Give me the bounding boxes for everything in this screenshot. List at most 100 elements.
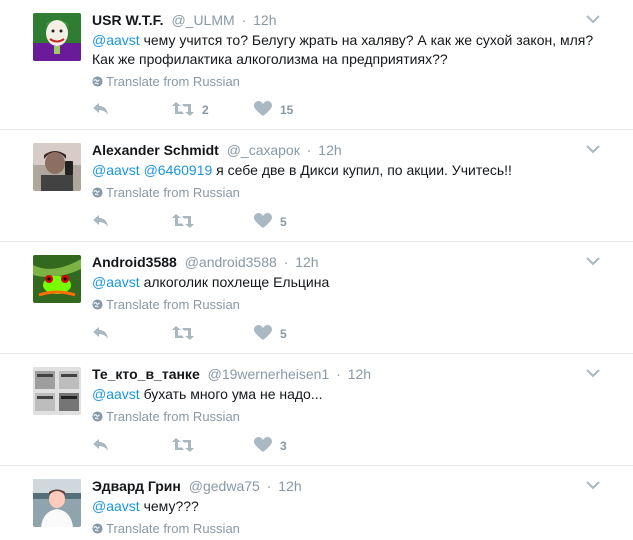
timestamp[interactable]: 12h (318, 142, 341, 158)
tweet-header: Alexander Schmidt @_сахарок · 12h (92, 141, 342, 159)
reply-button[interactable] (92, 325, 110, 343)
separator-dot: · (266, 478, 272, 494)
display-name[interactable]: Android3588 (92, 254, 177, 270)
timestamp[interactable]: 12h (278, 478, 301, 494)
username[interactable]: @gedwa75 (189, 478, 260, 494)
timestamp[interactable]: 12h (253, 12, 276, 28)
avatar[interactable] (33, 13, 81, 61)
tweet[interactable]: Android3588 @android3588 · 12h @aavst ал… (0, 242, 633, 354)
tweet-header: Эдвард Грин @gedwa75 · 12h (92, 477, 302, 495)
username[interactable]: @android3588 (185, 254, 277, 270)
reply-button[interactable] (92, 213, 110, 231)
reply-icon (93, 103, 108, 115)
separator-dot: · (283, 254, 289, 270)
translate-label: Translate from Russian (106, 409, 240, 424)
translate-label: Translate from Russian (106, 521, 240, 536)
chevron-down-icon[interactable] (586, 479, 600, 491)
tweet-body: я себе две в Дикси купил, по акции. Учит… (212, 162, 512, 178)
mention-link[interactable]: @aavst (92, 386, 140, 402)
heart-icon (254, 213, 272, 228)
username[interactable]: @_ULMM (171, 12, 234, 28)
reply-button[interactable] (92, 101, 110, 119)
retweet-button[interactable]: 2 (172, 101, 209, 119)
retweet-count: 2 (202, 103, 209, 117)
like-button[interactable]: 3 (254, 437, 287, 455)
tweet-text: @aavst чему??? (92, 497, 612, 516)
reply-button[interactable] (92, 437, 110, 455)
display-name[interactable]: Alexander Schmidt (92, 142, 219, 158)
avatar[interactable] (33, 479, 81, 527)
username[interactable]: @_сахарок (227, 142, 300, 158)
translate-label: Translate from Russian (106, 185, 240, 200)
tweet[interactable]: Alexander Schmidt @_сахарок · 12h @aavst… (0, 130, 633, 242)
retweet-button[interactable] (172, 325, 194, 343)
timestamp[interactable]: 12h (295, 254, 318, 270)
username[interactable]: @19wernerheisen1 (208, 366, 330, 382)
tweet-text: @aavst @6460919 я себе две в Дикси купил… (92, 161, 612, 180)
like-count: 3 (280, 439, 287, 453)
globe-icon (92, 523, 103, 534)
tweet-body: чему??? (139, 498, 199, 514)
frog-avatar-icon (33, 255, 81, 303)
translate-label: Translate from Russian (106, 74, 240, 89)
tweet[interactable]: Те_кто_в_танке @19wernerheisen1 · 12h @a… (0, 354, 633, 466)
tweet-header: Те_кто_в_танке @19wernerheisen1 · 12h (92, 365, 371, 383)
retweet-icon (172, 326, 194, 340)
retweet-button[interactable] (172, 213, 194, 231)
translate-link[interactable]: Translate from Russian (92, 74, 240, 89)
chevron-down-icon[interactable] (586, 367, 600, 379)
translate-link[interactable]: Translate from Russian (92, 185, 240, 200)
retweet-icon (172, 102, 194, 116)
man-avatar-icon (33, 479, 81, 527)
separator-dot: · (306, 142, 312, 158)
avatar[interactable] (33, 255, 81, 303)
like-count: 15 (280, 103, 294, 117)
mention-link[interactable]: @aavst (92, 162, 140, 178)
chevron-down-icon[interactable] (586, 13, 600, 25)
retweet-icon (172, 214, 194, 228)
reply-icon (93, 327, 108, 339)
separator-dot: · (336, 366, 341, 382)
heart-icon (254, 437, 272, 452)
globe-icon (92, 76, 103, 87)
tweet-body: чему учится то? Белугу жрать на халяву? … (92, 32, 594, 67)
avatar[interactable] (33, 367, 81, 415)
tweet-header: Android3588 @android3588 · 12h (92, 253, 319, 271)
tweet[interactable]: USR W.T.F. @_ULMM · 12h @aavst чему учит… (0, 0, 633, 130)
mention-link[interactable]: @6460919 (144, 162, 213, 178)
reply-icon (93, 439, 108, 451)
like-count: 5 (280, 327, 287, 341)
translate-link[interactable]: Translate from Russian (92, 297, 240, 312)
translate-link[interactable]: Translate from Russian (92, 409, 240, 424)
timestamp[interactable]: 12h (348, 366, 371, 382)
tweet-body: бухать много ума не надо... (139, 386, 323, 402)
chevron-down-icon[interactable] (586, 143, 600, 155)
heart-icon (254, 101, 272, 116)
separator-dot: · (241, 12, 247, 28)
like-count: 5 (280, 215, 287, 229)
tweet-text: @aavst алкоголик похлеще Ельцина (92, 273, 612, 292)
tweet-text: @aavst чему учится то? Белугу жрать на х… (92, 31, 612, 69)
translate-label: Translate from Russian (106, 297, 240, 312)
display-name[interactable]: Те_кто_в_танке (92, 366, 200, 382)
heart-icon (254, 325, 272, 340)
translate-link[interactable]: Translate from Russian (92, 521, 240, 536)
reply-icon (93, 215, 108, 227)
mention-link[interactable]: @aavst (92, 498, 140, 514)
like-button[interactable]: 5 (254, 213, 287, 231)
globe-icon (92, 299, 103, 310)
mention-link[interactable]: @aavst (92, 274, 140, 290)
mention-link[interactable]: @aavst (92, 32, 140, 48)
display-name[interactable]: Эдвард Грин (92, 478, 181, 494)
tweet-text: @aavst бухать много ума не надо... (92, 385, 612, 404)
chevron-down-icon[interactable] (586, 255, 600, 267)
avatar[interactable] (33, 143, 81, 191)
selfie-avatar-icon (33, 143, 81, 191)
retweet-button[interactable] (172, 437, 194, 455)
like-button[interactable]: 15 (254, 101, 293, 119)
newspaper-avatar-icon (33, 367, 81, 415)
like-button[interactable]: 5 (254, 325, 287, 343)
display-name[interactable]: USR W.T.F. (92, 12, 164, 28)
tweet[interactable]: Эдвард Грин @gedwa75 · 12h @aavst чему??… (0, 466, 633, 540)
joker-avatar-icon (33, 13, 81, 61)
